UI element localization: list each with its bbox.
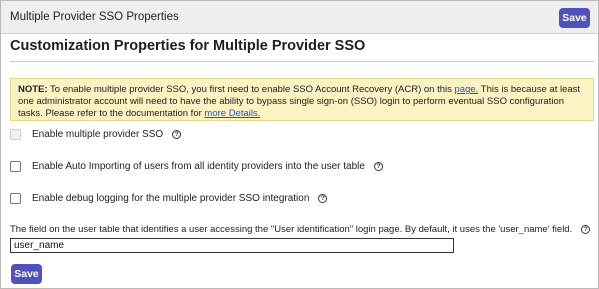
note-label: NOTE: <box>18 84 48 95</box>
divider <box>10 61 594 62</box>
option-label: Enable debug logging for the multiple pr… <box>32 193 310 204</box>
acr-page-link[interactable]: page. <box>455 84 479 95</box>
title-bar: Multiple Provider SSO Properties Save <box>1 1 598 34</box>
save-button-top[interactable]: Save <box>559 8 590 28</box>
note-banner: NOTE: To enable multiple provider SSO, y… <box>10 78 594 121</box>
help-icon[interactable]: ? <box>581 225 591 234</box>
help-icon[interactable]: ? <box>172 130 182 139</box>
properties-panel: Multiple Provider SSO Properties Save Cu… <box>0 0 599 289</box>
option-multiple-provider-sso: Enable multiple provider SSO ? <box>10 129 182 140</box>
user-field-label: The field on the user table that identif… <box>10 224 573 235</box>
panel-title: Multiple Provider SSO Properties <box>10 11 179 23</box>
note-text-1: To enable multiple provider SSO, you fir… <box>47 84 455 95</box>
help-icon[interactable]: ? <box>373 162 383 171</box>
enable-debug-logging-checkbox[interactable] <box>10 193 21 204</box>
more-details-link[interactable]: more Details. <box>204 108 260 119</box>
option-label: Enable multiple provider SSO <box>32 129 164 140</box>
save-button-bottom[interactable]: Save <box>11 264 42 284</box>
enable-multiple-provider-sso-checkbox[interactable] <box>10 129 21 140</box>
user-identification-field-input[interactable] <box>10 238 454 253</box>
option-auto-import: Enable Auto Importing of users from all … <box>10 161 383 172</box>
option-debug-logging: Enable debug logging for the multiple pr… <box>10 193 328 204</box>
page-heading: Customization Properties for Multiple Pr… <box>10 38 366 54</box>
enable-auto-import-checkbox[interactable] <box>10 161 21 172</box>
user-field-description: The field on the user table that identif… <box>10 224 591 235</box>
help-icon[interactable]: ? <box>318 194 328 203</box>
option-label: Enable Auto Importing of users from all … <box>32 161 365 172</box>
